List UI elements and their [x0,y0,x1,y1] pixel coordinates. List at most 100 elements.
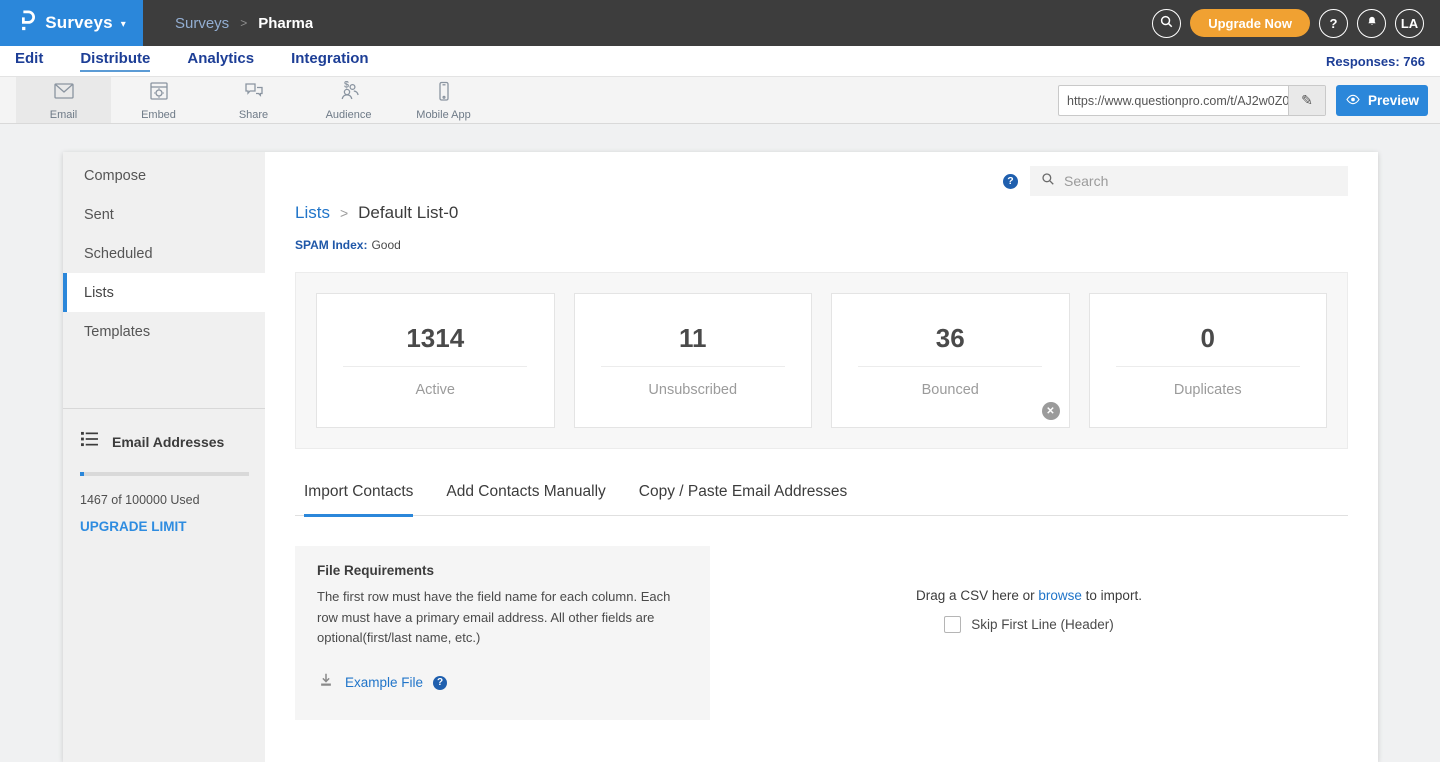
search-button[interactable] [1152,9,1181,38]
survey-url-value: https://www.questionpro.com/t/AJ2w0Z0 [1059,94,1288,108]
chevron-down-icon: ▾ [121,19,126,30]
tab-edit[interactable]: Edit [15,50,43,72]
contacts-tabs: Import Contacts Add Contacts Manually Co… [295,483,1348,516]
survey-url-field[interactable]: https://www.questionpro.com/t/AJ2w0Z0 ✎ [1058,85,1326,116]
spam-index-label[interactable]: SPAM Index: [295,238,367,252]
email-addresses-section: Email Addresses 1467 of 100000 Used UPGR… [63,409,265,534]
header-actions: Upgrade Now ? LA [1152,0,1440,46]
survey-link-group: https://www.questionpro.com/t/AJ2w0Z0 ✎ … [1058,85,1428,116]
stat-value: 11 [679,323,707,354]
preview-label: Preview [1368,93,1419,108]
email-sidebar: Compose Sent Scheduled Lists Templates [63,152,265,762]
product-switcher[interactable]: Surveys ▾ [0,0,143,46]
list-icon [80,431,99,452]
tab-distribute[interactable]: Distribute [80,50,150,72]
tab-copy-paste-emails[interactable]: Copy / Paste Email Addresses [639,483,848,517]
bell-icon [1365,14,1379,32]
tab-analytics[interactable]: Analytics [187,50,254,72]
dropzone-text-before: Drag a CSV here or [916,588,1035,603]
breadcrumb-separator: > [340,205,348,221]
survey-title: Pharma [258,15,313,32]
list-breadcrumb: Lists > Default List-0 [295,203,1348,223]
user-avatar[interactable]: LA [1395,9,1424,38]
toolbar-item-embed[interactable]: Embed [111,77,206,123]
clear-bounced-icon[interactable]: ✕ [1042,402,1060,420]
avatar-initials: LA [1401,16,1418,31]
preview-button[interactable]: Preview [1336,85,1428,116]
stat-divider [601,366,785,367]
search-icon [1041,172,1055,191]
search-icon [1159,14,1174,32]
dropzone-text-after: to import. [1086,588,1142,603]
download-icon [317,672,335,694]
file-requirements-body: The first row must have the field name f… [317,587,688,649]
svg-text:$: $ [344,80,349,90]
skip-first-line-checkbox[interactable] [944,616,961,633]
edit-url-button[interactable]: ✎ [1288,86,1325,115]
spam-index: SPAM Index: Good [295,238,1348,252]
spam-index-value: Good [371,238,400,252]
toolbar-item-label: Mobile App [416,109,470,121]
stat-label: Duplicates [1174,382,1242,398]
sidebar-item-label: Sent [84,207,114,223]
breadcrumb-surveys-link[interactable]: Surveys [175,15,229,32]
stat-card-unsubscribed[interactable]: 11 Unsubscribed [574,293,813,428]
stat-card-duplicates[interactable]: 0 Duplicates [1089,293,1328,428]
upgrade-limit-link[interactable]: UPGRADE LIMIT [80,519,249,534]
embed-icon [146,80,172,107]
sidebar-item-scheduled[interactable]: Scheduled [63,234,265,273]
list-detail-panel: ? Lists > Default List-0 SPAM Index: Good [265,152,1378,762]
stat-label: Active [416,382,456,398]
notifications-button[interactable] [1357,9,1386,38]
sidebar-item-templates[interactable]: Templates [63,312,265,351]
tab-integration[interactable]: Integration [291,50,369,72]
stat-card-bounced[interactable]: 36 Bounced ✕ [831,293,1070,428]
upgrade-now-button[interactable]: Upgrade Now [1190,9,1310,37]
distribute-toolbar: Email Embed Share $ Audience Mobile App … [0,77,1440,124]
csv-dropzone[interactable]: Drag a CSV here or browse to import. Ski… [710,546,1348,720]
toolbar-item-label: Embed [141,109,176,121]
responses-count[interactable]: Responses: 766 [1326,54,1425,69]
skip-first-line-label: Skip First Line (Header) [971,617,1114,632]
toolbar-item-label: Audience [326,109,372,121]
dropzone-text: Drag a CSV here or browse to import. [916,588,1142,603]
question-mark-icon: ? [1330,16,1338,31]
browse-link[interactable]: browse [1038,588,1082,603]
list-stats-panel: 1314 Active 11 Unsubscribed 36 Bounced ✕… [295,272,1348,449]
stat-label: Bounced [922,382,979,398]
usage-progress-fill [80,472,84,476]
survey-nav: Edit Distribute Analytics Integration Re… [0,46,1440,77]
search-help-icon[interactable]: ? [1003,174,1018,189]
stat-value: 36 [936,323,965,354]
tab-import-contacts[interactable]: Import Contacts [304,483,413,517]
sidebar-item-lists[interactable]: Lists [63,273,265,312]
stat-card-active[interactable]: 1314 Active [316,293,555,428]
sidebar-item-compose[interactable]: Compose [63,156,265,195]
toolbar-item-label: Share [239,109,268,121]
toolbar-item-audience[interactable]: $ Audience [301,77,396,123]
sidebar-item-sent[interactable]: Sent [63,195,265,234]
product-name: Surveys [45,13,113,33]
tab-add-contacts-manually[interactable]: Add Contacts Manually [446,483,605,517]
sidebar-item-label: Scheduled [84,246,153,262]
lists-link[interactable]: Lists [295,203,330,223]
questionpro-logo-icon [17,8,37,38]
usage-text: 1467 of 100000 Used [80,493,249,507]
toolbar-item-email[interactable]: Email [16,77,111,123]
toolbar-item-mobile-app[interactable]: Mobile App [396,77,491,123]
toolbar-item-share[interactable]: Share [206,77,301,123]
eye-icon [1345,93,1361,109]
stat-divider [858,366,1042,367]
sidebar-spacer [63,351,265,408]
current-list-name: Default List-0 [358,203,458,223]
email-addresses-title: Email Addresses [112,434,224,450]
help-button[interactable]: ? [1319,9,1348,38]
stat-divider [1116,366,1300,367]
app-header: Surveys ▾ Surveys > Pharma Upgrade Now ?… [0,0,1440,46]
stat-label: Unsubscribed [648,382,737,398]
search-input[interactable] [1064,173,1337,189]
stat-divider [343,366,527,367]
example-file-help-icon[interactable]: ? [433,676,447,690]
toolbar-item-label: Email [50,109,78,121]
contact-search[interactable] [1030,166,1348,196]
